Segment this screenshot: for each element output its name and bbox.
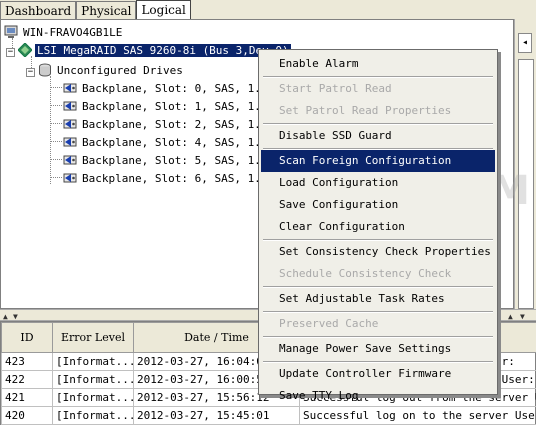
menu-item-clear-configuration[interactable]: Clear Configuration [261,216,495,238]
menu-item-set-patrol-read-properties[interactable]: Set Patrol Read Properties [261,100,495,122]
drive-label: Backplane, Slot: 2, SAS, 1.8 [82,118,268,131]
cell-description: Successful log on to the server User: [299,406,536,425]
drive-icon [63,153,77,167]
controller-diamond-icon [17,42,33,58]
tree-node-drive[interactable]: Backplane, Slot: 0, SAS, 1.8 [63,80,269,97]
menu-item-set-adjustable-task-rates[interactable]: Set Adjustable Task Rates [261,288,495,310]
menu-item-schedule-consistency-check[interactable]: Schedule Consistency Check [261,263,495,285]
drive-label: Backplane, Slot: 5, SAS, 1.8 [82,154,268,167]
properties-panel [518,59,534,309]
menu-item-update-controller-firmware[interactable]: Update Controller Firmware [261,363,495,385]
cell-id: 423 [1,352,53,371]
menu-item-load-configuration[interactable]: Load Configuration [261,172,495,194]
menu-item-save-tty-log[interactable]: Save TTY Log [261,385,495,407]
menu-item-manage-power-save-settings[interactable]: Manage Power Save Settings [261,338,495,360]
cell-level: [Informat... [52,406,134,425]
collapse-up-icon[interactable]: ▲ [3,312,8,321]
menu-item-enable-alarm[interactable]: Enable Alarm [261,53,495,75]
drive-label: Backplane, Slot: 0, SAS, 1.8 [82,82,268,95]
collapse-down-icon[interactable]: ▼ [520,312,525,321]
collapse-icon[interactable]: − [26,68,35,77]
computer-icon [4,25,18,39]
tab-physical[interactable]: Physical [76,1,137,20]
cell-datetime: 2012-03-27, 15:45:01 [133,406,300,425]
cell-level: [Informat... [52,370,134,389]
drive-icon [63,135,77,149]
properties-pane-collapsed: ◂ [514,19,536,309]
collapse-up-icon[interactable]: ▲ [508,312,513,321]
menu-item-start-patrol-read[interactable]: Start Patrol Read [261,78,495,100]
drive-icon [63,99,77,113]
collapse-icon[interactable]: − [6,48,15,57]
cell-level: [Informat... [52,352,134,371]
drive-label: Backplane, Slot: 4, SAS, 1.8 [82,136,268,149]
controller-label: LSI MegaRAID SAS 9260-8i (Bus 3,Dev 0) [35,44,291,57]
cell-id: 422 [1,370,53,389]
tree-node-drive[interactable]: Backplane, Slot: 4, SAS, 1.8 [63,134,269,151]
menu-item-set-consistency-check-properties[interactable]: Set Consistency Check Properties [261,241,495,263]
menu-item-disable-ssd-guard[interactable]: Disable SSD Guard [261,125,495,147]
controller-context-menu: Enable Alarm Start Patrol Read Set Patro… [258,49,498,402]
drive-group-icon [38,63,52,77]
group-label: Unconfigured Drives [57,64,183,77]
column-header-id[interactable]: ID [1,322,53,353]
drive-icon [63,171,77,185]
menu-item-save-configuration[interactable]: Save Configuration [261,194,495,216]
tree-node-drive[interactable]: Backplane, Slot: 1, SAS, 1.8 [63,98,269,115]
tab-logical[interactable]: Logical [136,0,191,20]
collapse-down-icon[interactable]: ▼ [13,312,18,321]
tree-node-drive[interactable]: Backplane, Slot: 2, SAS, 1.8 [63,116,269,133]
tree-node-drive[interactable]: Backplane, Slot: 5, SAS, 1.8 [63,152,269,169]
tree-node-drive[interactable]: Backplane, Slot: 6, SAS, 1.8 [63,170,269,187]
host-label: WIN-FRAVO4GB1LE [23,26,123,39]
drive-label: Backplane, Slot: 1, SAS, 1.8 [82,100,268,113]
cell-level: [Informat... [52,388,134,407]
drive-label: Backplane, Slot: 6, SAS, 1.8 [82,172,268,185]
tab-dashboard[interactable]: Dashboard [0,1,77,20]
column-header-error-level[interactable]: Error Level [52,322,134,353]
menu-item-scan-foreign-configuration[interactable]: Scan Foreign Configuration [261,150,495,172]
menu-item-preserved-cache[interactable]: Preserved Cache [261,313,495,335]
cell-id: 420 [1,406,53,425]
view-tabs: Dashboard Physical Logical [0,0,191,20]
table-row[interactable]: 420 [Informat... 2012-03-27, 15:45:01 Su… [1,406,536,425]
scroll-arrow-icon[interactable]: ◂ [518,33,532,53]
cell-id: 421 [1,388,53,407]
drive-icon [63,117,77,131]
tree-node-host[interactable]: WIN-FRAVO4GB1LE [4,24,124,41]
tree-node-controller[interactable]: − LSI MegaRAID SAS 9260-8i (Bus 3,Dev 0) [6,42,291,59]
drive-icon [63,81,77,95]
tree-node-unconfigured[interactable]: − Unconfigured Drives [26,62,185,79]
